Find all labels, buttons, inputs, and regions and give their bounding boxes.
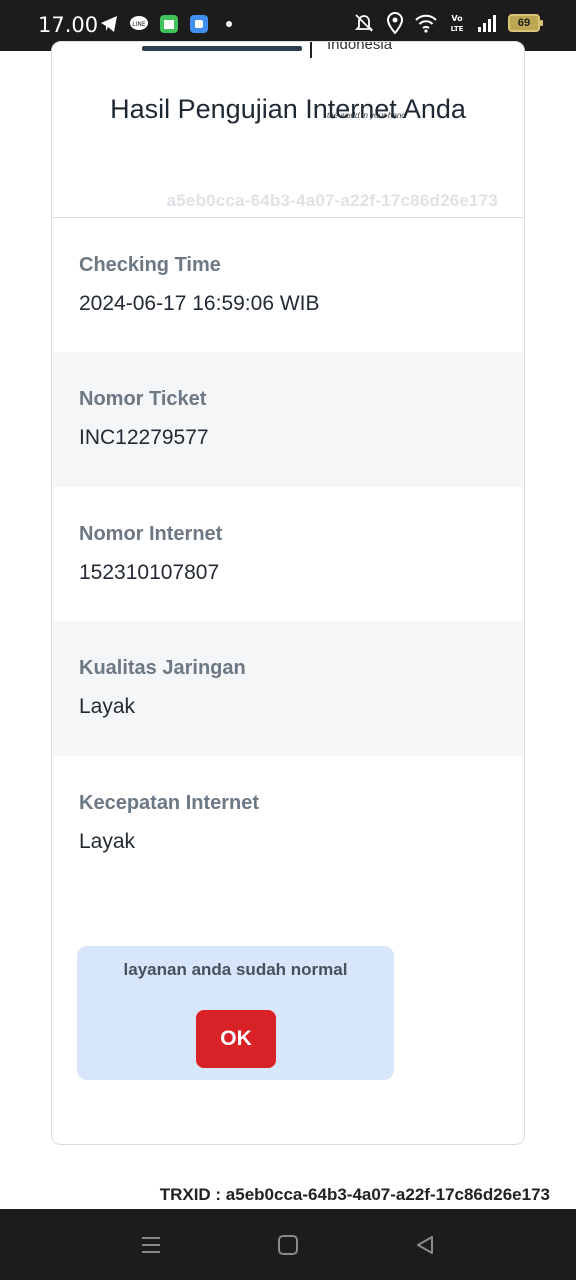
status-alert: layanan anda sudah normal OK — [77, 946, 394, 1080]
row-value: 152310107807 — [79, 561, 220, 584]
transaction-uuid: a5eb0cca-64b3-4a07-a22f-17c86d26e173 — [166, 191, 498, 210]
system-icons: Vo LTE 69 — [353, 12, 543, 34]
signal-icon — [477, 12, 499, 34]
dot-icon — [218, 13, 240, 35]
logo-separator — [310, 42, 312, 58]
brand-logo: Indonesia — [142, 42, 442, 62]
row-label: Kualitas Jaringan — [79, 657, 246, 679]
row-value: 2024-06-17 16:59:06 WIB — [79, 292, 320, 315]
detail-row-checking-time: Checking Time 2024-06-17 16:59:06 WIB — [52, 218, 524, 353]
mute-icon — [353, 12, 375, 34]
back-icon[interactable] — [411, 1231, 439, 1259]
menu-icon[interactable] — [137, 1231, 165, 1259]
row-value: Layak — [79, 830, 136, 853]
battery-icon: 69 — [508, 14, 543, 32]
wifi-icon — [415, 12, 437, 34]
row-label: Kecepatan Internet — [79, 792, 260, 814]
calendar-app-icon — [158, 13, 180, 35]
page-title: Hasil Pengujian Internet Anda — [110, 94, 466, 124]
row-value: INC12279577 — [79, 426, 209, 449]
app-icon — [188, 13, 210, 35]
svg-text:Vo: Vo — [451, 14, 463, 23]
ok-button[interactable]: OK — [196, 1010, 276, 1068]
trxid-label: TRXID : a5eb0cca-64b3-4a07-a22f-17c86d26… — [159, 1185, 550, 1204]
notification-icons: LINE — [98, 13, 240, 35]
location-icon — [384, 12, 406, 34]
svg-text:LTE: LTE — [451, 25, 464, 33]
detail-row-ticket: Nomor Ticket INC12279577 — [52, 352, 524, 487]
svg-text:LINE: LINE — [132, 21, 146, 28]
telegram-icon — [98, 13, 120, 35]
detail-row-internet-speed: Kecepatan Internet Layak — [52, 756, 524, 891]
row-label: Nomor Internet — [79, 523, 223, 545]
status-time: 17.00 — [38, 13, 99, 37]
page-content: Indonesia the world in your hand Hasil P… — [0, 41, 576, 1209]
detail-row-network-quality: Kualitas Jaringan Layak — [52, 621, 524, 756]
home-icon[interactable] — [274, 1231, 302, 1259]
row-label: Checking Time — [79, 254, 221, 276]
row-value: Layak — [79, 695, 136, 718]
navigation-bar — [0, 1209, 576, 1280]
alert-message: layanan anda sudah normal — [123, 960, 348, 979]
logo-word: Indonesia — [327, 42, 393, 53]
row-label: Nomor Ticket — [79, 388, 207, 410]
volte-icon: Vo LTE — [446, 12, 468, 34]
logo-mark — [142, 46, 302, 51]
detail-row-internet-number: Nomor Internet 152310107807 — [52, 487, 524, 622]
line-icon: LINE — [128, 13, 150, 35]
